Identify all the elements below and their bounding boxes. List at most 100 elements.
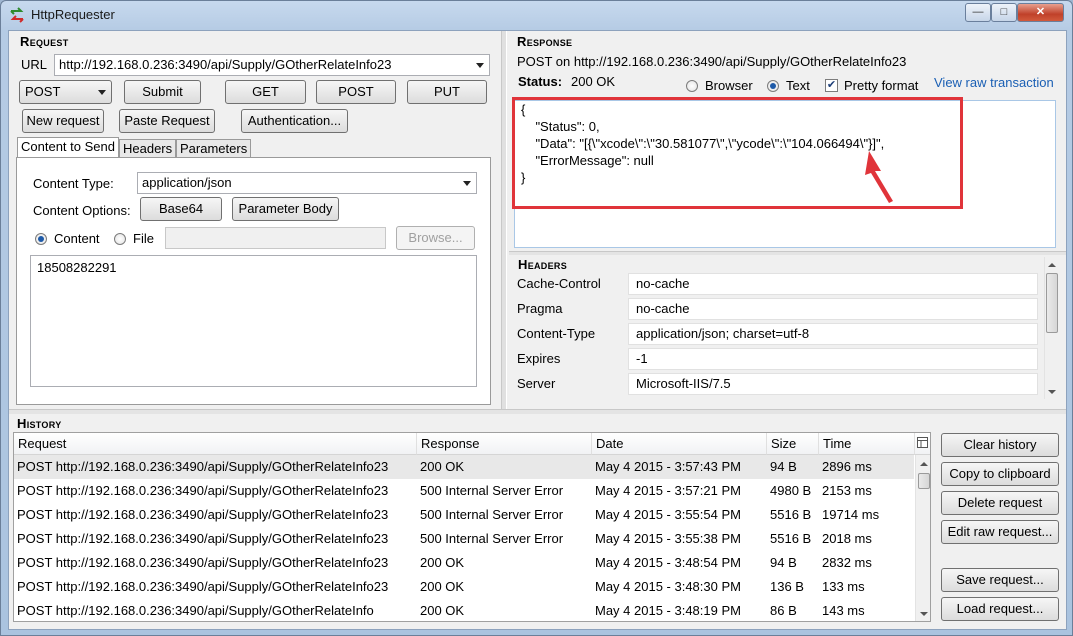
column-chooser-button[interactable] bbox=[915, 433, 930, 455]
content-type-combobox[interactable]: application/json bbox=[137, 172, 477, 194]
history-cell-response: 200 OK bbox=[420, 459, 465, 474]
tab-content-to-send[interactable]: Content to Send bbox=[17, 137, 119, 157]
save-request-button[interactable]: Save request... bbox=[941, 568, 1059, 592]
chevron-down-icon bbox=[463, 181, 471, 186]
file-radio[interactable] bbox=[114, 233, 126, 245]
post-button[interactable]: POST bbox=[316, 80, 396, 104]
column-header-time[interactable]: Time bbox=[819, 433, 915, 455]
history-cell-size: 4980 B bbox=[770, 483, 812, 498]
app-arrows-icon bbox=[10, 7, 24, 23]
clear-history-button[interactable]: Clear history bbox=[941, 433, 1059, 457]
history-cell-size: 5516 B bbox=[770, 507, 812, 522]
tab-headers[interactable]: Headers bbox=[119, 139, 177, 157]
scroll-up-icon[interactable] bbox=[920, 462, 928, 466]
history-scrollbar[interactable] bbox=[915, 455, 930, 621]
content-options-label: Content Options: bbox=[33, 203, 131, 218]
history-cell-date: May 4 2015 - 3:55:54 PM bbox=[595, 507, 741, 522]
pretty-format-checkbox[interactable]: ✔ bbox=[825, 79, 838, 92]
history-cell-time: 133 ms bbox=[822, 579, 865, 594]
paste-request-button[interactable]: Paste Request bbox=[119, 109, 215, 133]
history-cell-size: 94 B bbox=[770, 555, 797, 570]
history-cell-size: 86 B bbox=[770, 603, 797, 618]
tab-parameters[interactable]: Parameters bbox=[176, 139, 252, 157]
scroll-down-icon[interactable] bbox=[920, 612, 928, 616]
history-row[interactable]: POST http://192.168.0.236:3490/api/Suppl… bbox=[14, 599, 914, 621]
edit-raw-request-button[interactable]: Edit raw request... bbox=[941, 520, 1059, 544]
url-combobox[interactable]: http://192.168.0.236:3490/api/Supply/GOt… bbox=[54, 54, 490, 76]
submit-button[interactable]: Submit bbox=[124, 80, 201, 104]
scroll-up-icon[interactable] bbox=[1048, 263, 1056, 267]
vertical-splitter[interactable] bbox=[501, 31, 507, 409]
history-cell-request: POST http://192.168.0.236:3490/api/Suppl… bbox=[17, 531, 389, 546]
history-row[interactable]: POST http://192.168.0.236:3490/api/Suppl… bbox=[14, 527, 914, 551]
chevron-down-icon[interactable] bbox=[476, 63, 484, 68]
close-button[interactable]: ✕ bbox=[1017, 3, 1064, 22]
delete-request-button[interactable]: Delete request bbox=[941, 491, 1059, 515]
content-body-textarea[interactable]: 18508282291 bbox=[30, 255, 477, 387]
put-button[interactable]: PUT bbox=[407, 80, 487, 104]
history-cell-request: POST http://192.168.0.236:3490/api/Suppl… bbox=[17, 579, 389, 594]
column-header-date[interactable]: Date bbox=[592, 433, 767, 455]
history-cell-date: May 4 2015 - 3:55:38 PM bbox=[595, 531, 741, 546]
scroll-down-icon[interactable] bbox=[1048, 390, 1056, 394]
text-radio-label: Text bbox=[786, 78, 810, 93]
history-cell-size: 5516 B bbox=[770, 531, 812, 546]
view-raw-transaction-link[interactable]: View raw transaction bbox=[934, 75, 1054, 90]
content-radio[interactable] bbox=[35, 233, 47, 245]
history-row[interactable]: POST http://192.168.0.236:3490/api/Suppl… bbox=[14, 455, 914, 479]
maximize-button[interactable]: □ bbox=[991, 3, 1017, 22]
headers-scrollbar[interactable] bbox=[1044, 257, 1059, 399]
header-name: Pragma bbox=[517, 301, 563, 316]
chevron-down-icon bbox=[98, 90, 106, 95]
get-button[interactable]: GET bbox=[225, 80, 306, 104]
history-cell-date: May 4 2015 - 3:48:30 PM bbox=[595, 579, 741, 594]
minimize-button[interactable]: — bbox=[965, 3, 991, 22]
header-name: Content-Type bbox=[517, 326, 596, 341]
history-cell-response: 200 OK bbox=[420, 603, 465, 618]
file-radio-label: File bbox=[133, 231, 154, 246]
history-row[interactable]: POST http://192.168.0.236:3490/api/Suppl… bbox=[14, 551, 914, 575]
header-value[interactable]: no-cache bbox=[628, 298, 1038, 320]
browser-radio[interactable] bbox=[686, 80, 698, 92]
parameter-body-button[interactable]: Parameter Body bbox=[232, 197, 339, 221]
history-cell-response: 500 Internal Server Error bbox=[420, 507, 564, 522]
history-section-title: History bbox=[17, 416, 62, 431]
status-label: Status: bbox=[518, 74, 563, 89]
headers-section-title: Headers bbox=[518, 257, 567, 272]
header-value[interactable]: no-cache bbox=[628, 273, 1038, 295]
new-request-button[interactable]: New request bbox=[22, 109, 104, 133]
header-name: Cache-Control bbox=[517, 276, 601, 291]
content-body-text: 18508282291 bbox=[37, 260, 117, 275]
base64-button[interactable]: Base64 bbox=[140, 197, 222, 221]
copy-to-clipboard-button[interactable]: Copy to clipboard bbox=[941, 462, 1059, 486]
maximize-icon: □ bbox=[1000, 6, 1008, 18]
url-label: URL bbox=[21, 57, 48, 72]
column-header-size[interactable]: Size bbox=[767, 433, 819, 455]
browse-button: Browse... bbox=[396, 226, 475, 250]
column-header-response[interactable]: Response bbox=[417, 433, 592, 455]
authentication-button[interactable]: Authentication... bbox=[241, 109, 348, 133]
column-header-request[interactable]: Request bbox=[14, 433, 417, 455]
history-row[interactable]: POST http://192.168.0.236:3490/api/Suppl… bbox=[14, 479, 914, 503]
history-row[interactable]: POST http://192.168.0.236:3490/api/Suppl… bbox=[14, 575, 914, 599]
history-cell-date: May 4 2015 - 3:57:21 PM bbox=[595, 483, 741, 498]
load-request-button[interactable]: Load request... bbox=[941, 597, 1059, 621]
method-select[interactable]: POST bbox=[19, 80, 112, 104]
history-scroll-thumb[interactable] bbox=[918, 473, 930, 489]
history-cell-request: POST http://192.168.0.236:3490/api/Suppl… bbox=[17, 459, 389, 474]
history-cell-request: POST http://192.168.0.236:3490/api/Suppl… bbox=[17, 483, 389, 498]
header-value[interactable]: application/json; charset=utf-8 bbox=[628, 323, 1038, 345]
history-splitter[interactable] bbox=[9, 409, 1066, 414]
history-cell-response: 200 OK bbox=[420, 555, 465, 570]
history-row[interactable]: POST http://192.168.0.236:3490/api/Suppl… bbox=[14, 503, 914, 527]
content-type-value: application/json bbox=[142, 175, 232, 190]
minimize-icon: — bbox=[972, 6, 984, 18]
headers-scroll-thumb[interactable] bbox=[1046, 273, 1058, 333]
response-headers-splitter[interactable] bbox=[509, 251, 1066, 255]
header-value[interactable]: Microsoft-IIS/7.5 bbox=[628, 373, 1038, 395]
text-radio[interactable] bbox=[767, 80, 779, 92]
header-value[interactable]: -1 bbox=[628, 348, 1038, 370]
history-cell-time: 2832 ms bbox=[822, 555, 872, 570]
column-chooser-icon bbox=[917, 437, 928, 448]
app-window: HttpRequester — □ ✕ Request URL http://1… bbox=[0, 0, 1073, 636]
